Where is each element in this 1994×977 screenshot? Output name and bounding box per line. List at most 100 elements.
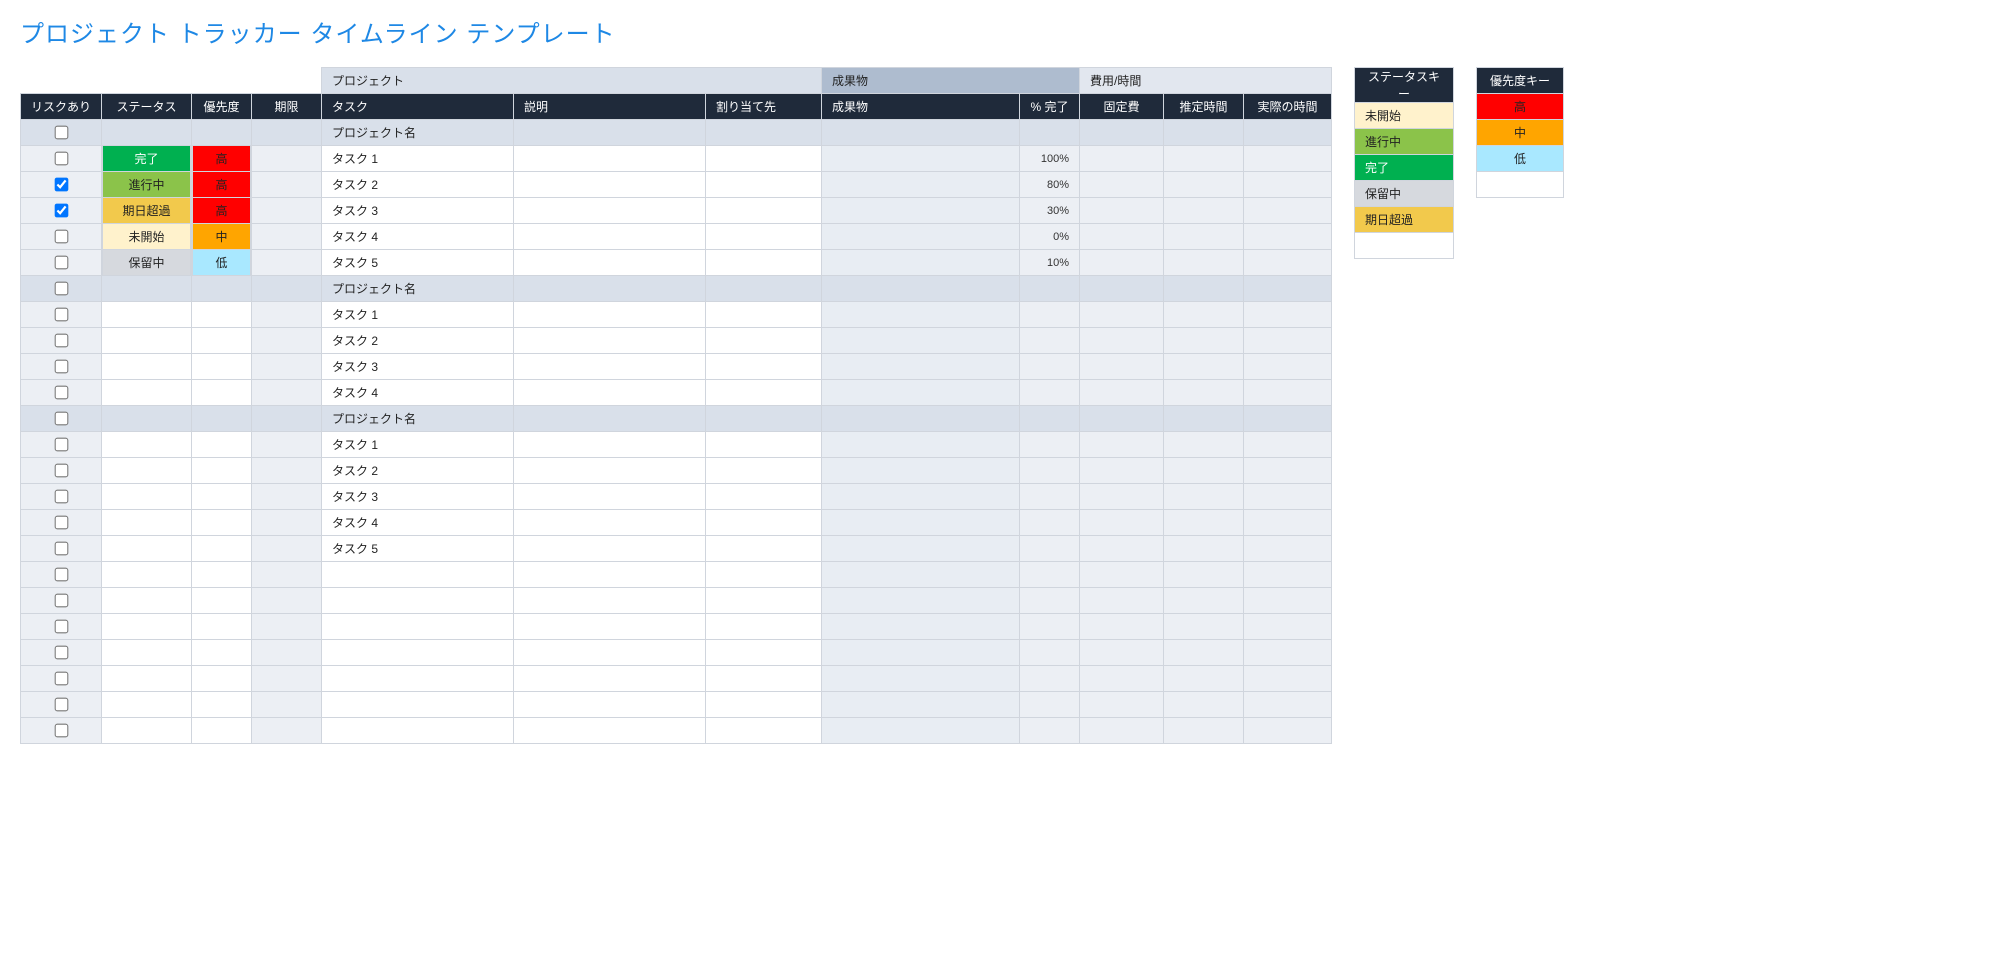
task-cell[interactable] bbox=[322, 588, 514, 614]
estimated-hours-cell[interactable] bbox=[1164, 562, 1244, 588]
fixed-cost-cell[interactable] bbox=[1080, 484, 1164, 510]
deliverable-cell[interactable] bbox=[822, 354, 1020, 380]
description-cell[interactable] bbox=[514, 640, 706, 666]
fixed-cost-cell[interactable] bbox=[1080, 276, 1164, 302]
percent-complete-cell[interactable] bbox=[1020, 458, 1080, 484]
fixed-cost-cell[interactable] bbox=[1080, 380, 1164, 406]
description-cell[interactable] bbox=[514, 328, 706, 354]
due-cell[interactable] bbox=[252, 692, 322, 718]
assignee-cell[interactable] bbox=[706, 302, 822, 328]
fixed-cost-cell[interactable] bbox=[1080, 666, 1164, 692]
fixed-cost-cell[interactable] bbox=[1080, 692, 1164, 718]
assignee-cell[interactable] bbox=[706, 172, 822, 198]
percent-complete-cell[interactable] bbox=[1020, 640, 1080, 666]
risk-checkbox[interactable] bbox=[55, 152, 69, 166]
deliverable-cell[interactable] bbox=[822, 120, 1020, 146]
assignee-cell[interactable] bbox=[706, 718, 822, 744]
deliverable-cell[interactable] bbox=[822, 224, 1020, 250]
task-cell[interactable] bbox=[322, 640, 514, 666]
assignee-cell[interactable] bbox=[706, 432, 822, 458]
deliverable-cell[interactable] bbox=[822, 640, 1020, 666]
task-cell[interactable] bbox=[322, 692, 514, 718]
percent-complete-cell[interactable] bbox=[1020, 510, 1080, 536]
actual-hours-cell[interactable] bbox=[1244, 536, 1332, 562]
task-cell[interactable]: タスク 3 bbox=[322, 484, 514, 510]
actual-hours-cell[interactable] bbox=[1244, 302, 1332, 328]
estimated-hours-cell[interactable] bbox=[1164, 146, 1244, 172]
description-cell[interactable] bbox=[514, 562, 706, 588]
percent-complete-cell[interactable] bbox=[1020, 614, 1080, 640]
description-cell[interactable] bbox=[514, 380, 706, 406]
status-pill[interactable]: 期日超過 bbox=[102, 198, 191, 224]
due-cell[interactable] bbox=[252, 510, 322, 536]
assignee-cell[interactable] bbox=[706, 250, 822, 276]
due-cell[interactable] bbox=[252, 380, 322, 406]
description-cell[interactable] bbox=[514, 224, 706, 250]
assignee-cell[interactable] bbox=[706, 380, 822, 406]
due-cell[interactable] bbox=[252, 484, 322, 510]
percent-complete-cell[interactable] bbox=[1020, 588, 1080, 614]
fixed-cost-cell[interactable] bbox=[1080, 120, 1164, 146]
risk-checkbox[interactable] bbox=[55, 308, 69, 322]
deliverable-cell[interactable] bbox=[822, 484, 1020, 510]
actual-hours-cell[interactable] bbox=[1244, 510, 1332, 536]
risk-checkbox[interactable] bbox=[55, 334, 69, 348]
assignee-cell[interactable] bbox=[706, 458, 822, 484]
percent-complete-cell[interactable] bbox=[1020, 666, 1080, 692]
risk-checkbox[interactable] bbox=[55, 282, 69, 296]
percent-complete-cell[interactable] bbox=[1020, 120, 1080, 146]
actual-hours-cell[interactable] bbox=[1244, 380, 1332, 406]
due-cell[interactable] bbox=[252, 666, 322, 692]
risk-checkbox[interactable] bbox=[55, 490, 69, 504]
task-cell[interactable]: タスク 4 bbox=[322, 380, 514, 406]
assignee-cell[interactable] bbox=[706, 614, 822, 640]
deliverable-cell[interactable] bbox=[822, 588, 1020, 614]
risk-checkbox[interactable] bbox=[55, 516, 69, 530]
fixed-cost-cell[interactable] bbox=[1080, 354, 1164, 380]
deliverable-cell[interactable] bbox=[822, 692, 1020, 718]
priority-pill[interactable]: 中 bbox=[192, 224, 251, 250]
fixed-cost-cell[interactable] bbox=[1080, 406, 1164, 432]
deliverable-cell[interactable] bbox=[822, 198, 1020, 224]
percent-complete-cell[interactable] bbox=[1020, 536, 1080, 562]
estimated-hours-cell[interactable] bbox=[1164, 406, 1244, 432]
due-cell[interactable] bbox=[252, 328, 322, 354]
due-cell[interactable] bbox=[252, 302, 322, 328]
task-cell[interactable]: タスク 5 bbox=[322, 536, 514, 562]
percent-complete-cell[interactable] bbox=[1020, 328, 1080, 354]
task-cell[interactable]: タスク 2 bbox=[322, 172, 514, 198]
description-cell[interactable] bbox=[514, 484, 706, 510]
assignee-cell[interactable] bbox=[706, 562, 822, 588]
actual-hours-cell[interactable] bbox=[1244, 146, 1332, 172]
description-cell[interactable] bbox=[514, 536, 706, 562]
due-cell[interactable] bbox=[252, 640, 322, 666]
task-cell[interactable]: プロジェクト名 bbox=[322, 406, 514, 432]
risk-checkbox[interactable] bbox=[55, 594, 69, 608]
actual-hours-cell[interactable] bbox=[1244, 692, 1332, 718]
due-cell[interactable] bbox=[252, 614, 322, 640]
actual-hours-cell[interactable] bbox=[1244, 354, 1332, 380]
risk-checkbox[interactable] bbox=[55, 672, 69, 686]
deliverable-cell[interactable] bbox=[822, 406, 1020, 432]
task-cell[interactable]: タスク 1 bbox=[322, 432, 514, 458]
estimated-hours-cell[interactable] bbox=[1164, 666, 1244, 692]
fixed-cost-cell[interactable] bbox=[1080, 718, 1164, 744]
due-cell[interactable] bbox=[252, 224, 322, 250]
description-cell[interactable] bbox=[514, 718, 706, 744]
fixed-cost-cell[interactable] bbox=[1080, 328, 1164, 354]
estimated-hours-cell[interactable] bbox=[1164, 510, 1244, 536]
percent-complete-cell[interactable] bbox=[1020, 692, 1080, 718]
estimated-hours-cell[interactable] bbox=[1164, 224, 1244, 250]
percent-complete-cell[interactable] bbox=[1020, 302, 1080, 328]
percent-complete-cell[interactable] bbox=[1020, 484, 1080, 510]
fixed-cost-cell[interactable] bbox=[1080, 224, 1164, 250]
actual-hours-cell[interactable] bbox=[1244, 406, 1332, 432]
deliverable-cell[interactable] bbox=[822, 666, 1020, 692]
percent-complete-cell[interactable] bbox=[1020, 406, 1080, 432]
deliverable-cell[interactable] bbox=[822, 172, 1020, 198]
assignee-cell[interactable] bbox=[706, 276, 822, 302]
due-cell[interactable] bbox=[252, 588, 322, 614]
assignee-cell[interactable] bbox=[706, 666, 822, 692]
actual-hours-cell[interactable] bbox=[1244, 276, 1332, 302]
fixed-cost-cell[interactable] bbox=[1080, 562, 1164, 588]
